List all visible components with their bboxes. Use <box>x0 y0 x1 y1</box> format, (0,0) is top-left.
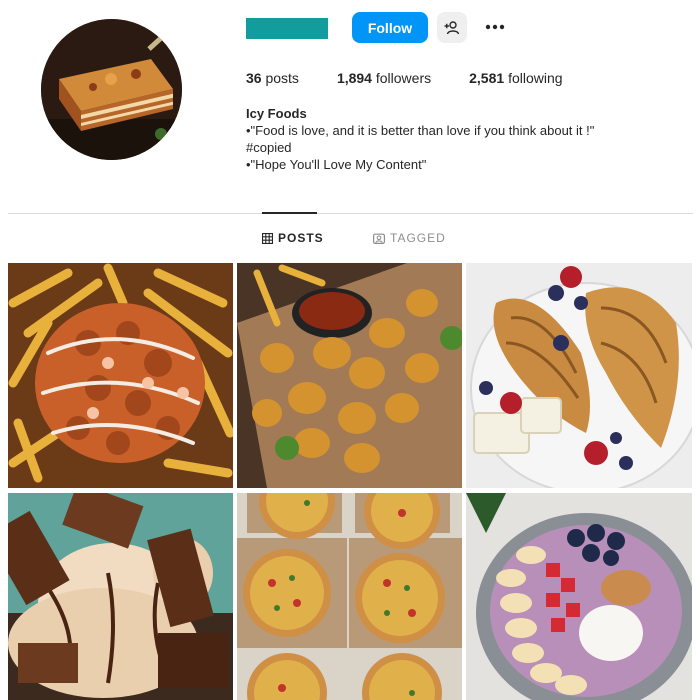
post-tile-chicken-nuggets[interactable] <box>237 263 462 488</box>
active-tab-indicator <box>262 212 317 214</box>
tagged-icon <box>373 233 385 244</box>
bio-hashtag[interactable]: #copied <box>246 139 594 156</box>
posts-stat[interactable]: 36 posts <box>246 70 299 86</box>
chicken-nuggets-image <box>237 263 462 488</box>
bio-line: •"Hope You'll Love My Content" <box>246 157 427 172</box>
posts-label: posts <box>265 70 299 86</box>
posts-count: 36 <box>246 70 262 86</box>
followers-stat[interactable]: 1,894 followers <box>337 70 431 86</box>
followers-count: 1,894 <box>336 70 372 86</box>
tab-posts-label: POSTS <box>278 231 324 245</box>
smoothie-bowl-image <box>466 493 692 700</box>
ellipsis-icon <box>485 24 505 30</box>
suggested-accounts-button[interactable] <box>437 12 467 43</box>
follow-button[interactable]: Follow <box>352 12 428 43</box>
croissants-image <box>466 263 692 488</box>
following-count: 2,581 <box>469 70 505 86</box>
post-tile-pizzas[interactable] <box>237 493 462 700</box>
profile-avatar[interactable] <box>41 19 182 160</box>
followers-label: followers <box>375 70 432 86</box>
post-tile-ice-cream[interactable] <box>8 493 233 700</box>
profile-bio: Icy Foods •"Food is love, and it is bett… <box>246 105 594 173</box>
tabs-divider <box>8 213 693 214</box>
tab-tagged[interactable]: TAGGED <box>373 231 446 245</box>
bio-line: •"Food is love, and it is better than lo… <box>246 123 595 138</box>
profile-stats: 36 posts 1,894 followers 2,581 following <box>246 70 601 86</box>
tab-tagged-label: TAGGED <box>390 231 446 245</box>
post-tile-croissants[interactable] <box>466 263 692 488</box>
loaded-fries-image <box>8 263 233 488</box>
post-tile-loaded-fries[interactable] <box>8 263 233 488</box>
grid-icon <box>262 232 273 244</box>
post-tile-smoothie-bowl[interactable] <box>466 493 692 700</box>
pizzas-image <box>237 493 462 700</box>
following-label: following <box>508 70 563 86</box>
ice-cream-image <box>8 493 233 700</box>
following-stat[interactable]: 2,581 following <box>469 70 562 86</box>
more-options-button[interactable] <box>482 14 508 40</box>
add-person-icon <box>444 20 460 34</box>
username-redacted <box>246 18 328 39</box>
lasagna-image <box>41 19 182 160</box>
tab-posts[interactable]: POSTS <box>262 231 324 245</box>
profile-name: Icy Foods <box>246 106 307 121</box>
